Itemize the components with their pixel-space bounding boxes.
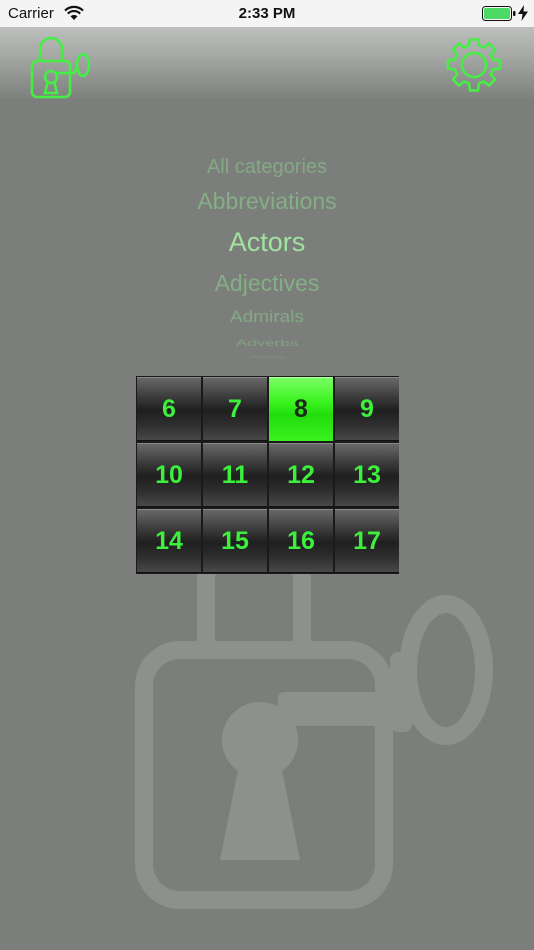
picker-item-selected[interactable]: Actors bbox=[0, 227, 534, 258]
battery-icon bbox=[482, 6, 516, 21]
number-grid: 6 7 8 9 10 11 12 13 14 15 16 17 bbox=[136, 376, 399, 574]
picker-item[interactable]: Adjectives bbox=[0, 270, 534, 297]
number-cell[interactable]: 10 bbox=[137, 443, 201, 507]
number-cell[interactable]: 13 bbox=[335, 443, 399, 507]
lock-key-icon[interactable] bbox=[26, 33, 92, 101]
picker-item[interactable]: Adverbs bbox=[0, 338, 534, 349]
number-cell[interactable]: 12 bbox=[269, 443, 333, 507]
number-cell[interactable]: 15 bbox=[203, 509, 267, 573]
number-cell[interactable]: 16 bbox=[269, 509, 333, 573]
status-bar: Carrier 2:33 PM bbox=[0, 0, 534, 27]
picker-item[interactable]: Abbreviations bbox=[0, 188, 534, 215]
number-cell[interactable]: 11 bbox=[203, 443, 267, 507]
charging-icon bbox=[518, 5, 528, 21]
picker-item[interactable]: All categories bbox=[0, 156, 534, 179]
number-cell[interactable]: 9 bbox=[335, 377, 399, 441]
nav-bar bbox=[0, 27, 534, 99]
background-lock-key-icon bbox=[135, 560, 493, 909]
number-cell[interactable]: 6 bbox=[137, 377, 201, 441]
number-cell[interactable]: 17 bbox=[335, 509, 399, 573]
number-cell[interactable]: 7 bbox=[203, 377, 267, 441]
gear-icon[interactable] bbox=[440, 33, 508, 97]
clock: 2:33 PM bbox=[238, 5, 296, 22]
picker-item[interactable]: Admirals bbox=[0, 309, 534, 328]
number-cell-selected[interactable]: 8 bbox=[269, 377, 333, 441]
number-cell[interactable]: 14 bbox=[137, 509, 201, 573]
category-picker[interactable]: All categories Abbreviations Actors Adje… bbox=[0, 150, 534, 360]
picker-item[interactable]: Africa bbox=[0, 355, 534, 360]
